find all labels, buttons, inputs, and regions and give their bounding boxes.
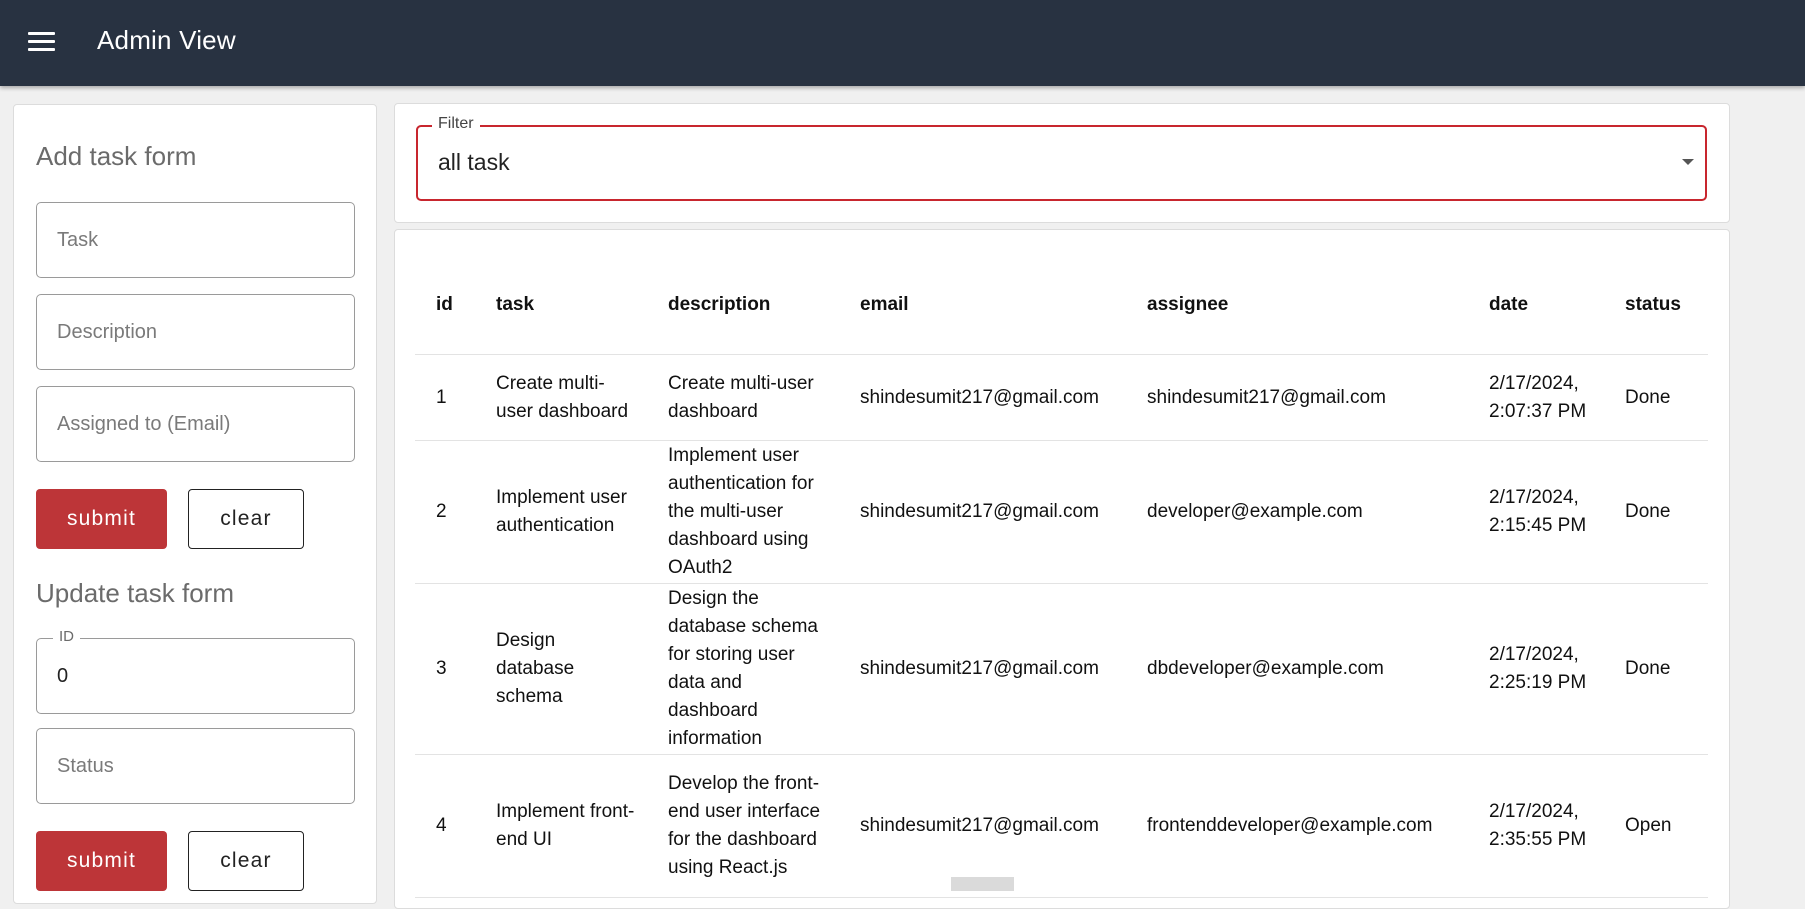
column-header-status: status: [1603, 256, 1708, 355]
cell-assignee: shindesumit217@gmail.com: [1125, 354, 1467, 441]
update-task-form-heading: Update task form: [36, 578, 234, 608]
update-submit-button[interactable]: submit: [36, 831, 167, 891]
cell-date: 2/17/2024, 2:35:55 PM: [1467, 754, 1603, 898]
description-input[interactable]: Description: [36, 294, 355, 370]
cell-task: Design database schema: [474, 583, 646, 755]
cell-assignee: frontenddeveloper@example.com: [1125, 754, 1467, 898]
table-header-row: id task description email assignee date …: [415, 256, 1708, 355]
cell-email: shindesumit217@gmail.com: [838, 440, 1125, 584]
table-row[interactable]: 3 Design database schema Design the data…: [415, 583, 1708, 755]
assigned-email-input[interactable]: Assigned to (Email): [36, 386, 355, 462]
id-value: 0: [57, 665, 69, 687]
filter-label: Filter: [432, 115, 480, 133]
assigned-email-placeholder: Assigned to (Email): [57, 413, 231, 435]
hamburger-menu-icon[interactable]: [28, 32, 56, 54]
cell-assignee: dbdeveloper@example.com: [1125, 583, 1467, 755]
app-bar: Admin View: [0, 0, 1805, 86]
column-header-description: description: [646, 256, 838, 355]
cell-status: Open: [1603, 754, 1708, 898]
cell-id: 1: [415, 354, 474, 441]
table-row[interactable]: 2 Implement user authentication Implemen…: [415, 440, 1708, 584]
table-row[interactable]: 1 Create multi-user dashboard Create mul…: [415, 354, 1708, 441]
filter-value: all task: [438, 149, 510, 175]
app-title: Admin View: [97, 25, 236, 55]
add-clear-button[interactable]: clear: [188, 489, 304, 549]
column-header-date: date: [1467, 256, 1603, 355]
filter-panel: Filter all task: [394, 103, 1730, 223]
cell-task: Implement user authentication: [474, 440, 646, 584]
cell-task: Create multi-user dashboard: [474, 354, 646, 441]
horizontal-scrollbar-thumb[interactable]: [951, 877, 1014, 891]
cell-task: Implement front-end UI: [474, 754, 646, 898]
cell-status: Done: [1603, 354, 1708, 441]
task-placeholder: Task: [57, 229, 99, 251]
task-forms-panel: Add task form Task Description Assigned …: [13, 104, 377, 904]
cell-id: 2: [415, 440, 474, 584]
column-header-task: task: [474, 256, 646, 355]
task-table: id task description email assignee date …: [415, 256, 1708, 898]
add-submit-button[interactable]: submit: [36, 489, 167, 549]
filter-select[interactable]: Filter all task: [416, 115, 1707, 201]
cell-id: 3: [415, 583, 474, 755]
cell-status: Done: [1603, 583, 1708, 755]
description-placeholder: Description: [57, 321, 158, 343]
task-table-panel: id task description email assignee date …: [394, 229, 1730, 909]
id-input[interactable]: ID 0: [36, 628, 355, 714]
cell-description: Develop the front-end user interface for…: [646, 754, 838, 898]
cell-date: 2/17/2024, 2:15:45 PM: [1467, 440, 1603, 584]
caret-down-icon[interactable]: [1682, 159, 1694, 165]
id-label: ID: [53, 628, 80, 645]
cell-id: 4: [415, 754, 474, 898]
column-header-id: id: [415, 256, 474, 355]
cell-email: shindesumit217@gmail.com: [838, 354, 1125, 441]
cell-description: Design the database schema for storing u…: [646, 583, 838, 755]
status-input[interactable]: Status: [36, 728, 355, 804]
table-row[interactable]: 4 Implement front-end UI Develop the fro…: [415, 754, 1708, 898]
cell-date: 2/17/2024, 2:25:19 PM: [1467, 583, 1603, 755]
status-placeholder: Status: [57, 755, 114, 777]
cell-email: shindesumit217@gmail.com: [838, 583, 1125, 755]
column-header-assignee: assignee: [1125, 256, 1467, 355]
cell-description: Implement user authentication for the mu…: [646, 440, 838, 584]
column-header-email: email: [838, 256, 1125, 355]
task-input[interactable]: Task: [36, 202, 355, 278]
cell-status: Done: [1603, 440, 1708, 584]
cell-description: Create multi-user dashboard: [646, 354, 838, 441]
add-task-form-heading: Add task form: [36, 141, 197, 171]
update-clear-button[interactable]: clear: [188, 831, 304, 891]
cell-date: 2/17/2024, 2:07:37 PM: [1467, 354, 1603, 441]
cell-assignee: developer@example.com: [1125, 440, 1467, 584]
